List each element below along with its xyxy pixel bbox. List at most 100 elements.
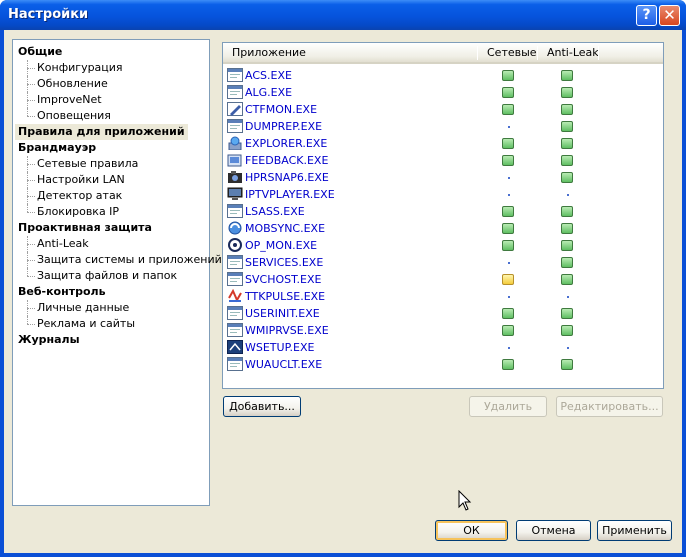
close-button[interactable]: ✕ bbox=[659, 5, 680, 26]
network-rule-indicator[interactable] bbox=[502, 138, 514, 149]
antileak-rule-indicator[interactable] bbox=[561, 240, 573, 251]
network-rule-indicator[interactable] bbox=[502, 325, 514, 336]
table-row[interactable]: MOBSYNC.EXE bbox=[223, 220, 663, 237]
antileak-rule-indicator[interactable] bbox=[561, 172, 573, 183]
cancel-button[interactable]: Отмена bbox=[516, 520, 591, 541]
app-name[interactable]: SERVICES.EXE bbox=[245, 256, 323, 269]
nav-item[interactable]: ImproveNet bbox=[37, 92, 102, 108]
table-row[interactable]: FEEDBACK.EXE bbox=[223, 152, 663, 169]
app-name[interactable]: IPTVPLAYER.EXE bbox=[245, 188, 335, 201]
antileak-rule-indicator[interactable] bbox=[561, 223, 573, 234]
table-row[interactable]: SVCHOST.EXE bbox=[223, 271, 663, 288]
network-rule-indicator[interactable] bbox=[508, 296, 510, 298]
app-name[interactable]: OP_MON.EXE bbox=[245, 239, 317, 252]
network-rule-indicator[interactable] bbox=[502, 223, 514, 234]
table-row[interactable]: OP_MON.EXE bbox=[223, 237, 663, 254]
app-name[interactable]: EXPLORER.EXE bbox=[245, 137, 327, 150]
network-rule-indicator[interactable] bbox=[502, 206, 514, 217]
antileak-rule-indicator[interactable] bbox=[567, 296, 569, 298]
app-name[interactable]: DUMPREP.EXE bbox=[245, 120, 322, 133]
antileak-rule-indicator[interactable] bbox=[561, 87, 573, 98]
nav-item[interactable]: Конфигурация bbox=[37, 60, 123, 76]
nav-item[interactable]: Обновление bbox=[37, 76, 108, 92]
antileak-rule-indicator[interactable] bbox=[561, 138, 573, 149]
nav-item[interactable]: Anti-Leak bbox=[37, 236, 89, 252]
network-rule-indicator[interactable] bbox=[508, 262, 510, 264]
nav-item[interactable]: Общие bbox=[18, 44, 62, 60]
app-name[interactable]: FEEDBACK.EXE bbox=[245, 154, 328, 167]
app-name[interactable]: WMIPRVSE.EXE bbox=[245, 324, 329, 337]
network-rule-indicator[interactable] bbox=[502, 70, 514, 81]
antileak-rule-indicator[interactable] bbox=[561, 155, 573, 166]
nav-item[interactable]: Проактивная защита bbox=[18, 220, 152, 236]
app-name[interactable]: WUAUCLT.EXE bbox=[245, 358, 322, 371]
antileak-rule-indicator[interactable] bbox=[561, 359, 573, 370]
table-row[interactable]: WMIPRVSE.EXE bbox=[223, 322, 663, 339]
nav-item[interactable]: Сетевые правила bbox=[37, 156, 138, 172]
column-header-network[interactable]: Сетевые bbox=[487, 43, 537, 62]
column-header-app[interactable]: Приложение bbox=[232, 43, 306, 62]
antileak-rule-indicator[interactable] bbox=[561, 70, 573, 81]
app-name[interactable]: MOBSYNC.EXE bbox=[245, 222, 325, 235]
antileak-rule-indicator[interactable] bbox=[561, 274, 573, 285]
table-row[interactable]: WUAUCLT.EXE bbox=[223, 356, 663, 373]
nav-item[interactable]: Оповещения bbox=[37, 108, 111, 124]
table-row[interactable]: HPRSNAP6.EXE bbox=[223, 169, 663, 186]
app-name[interactable]: USERINIT.EXE bbox=[245, 307, 320, 320]
app-name[interactable]: LSASS.EXE bbox=[245, 205, 305, 218]
table-row[interactable]: DUMPREP.EXE bbox=[223, 118, 663, 135]
network-rule-indicator[interactable] bbox=[508, 126, 510, 128]
antileak-rule-indicator[interactable] bbox=[561, 121, 573, 132]
table-row[interactable]: SERVICES.EXE bbox=[223, 254, 663, 271]
nav-item[interactable]: Детектор атак bbox=[37, 188, 122, 204]
antileak-rule-indicator[interactable] bbox=[561, 104, 573, 115]
antileak-rule-indicator[interactable] bbox=[567, 194, 569, 196]
column-header-antileak[interactable]: Anti-Leak bbox=[547, 43, 599, 62]
antileak-rule-indicator[interactable] bbox=[561, 206, 573, 217]
antileak-rule-indicator[interactable] bbox=[561, 308, 573, 319]
nav-item[interactable]: Журналы bbox=[18, 332, 80, 348]
app-name[interactable]: ACS.EXE bbox=[245, 69, 292, 82]
network-rule-indicator[interactable] bbox=[508, 177, 510, 179]
network-rule-indicator[interactable] bbox=[502, 87, 514, 98]
nav-item[interactable]: Блокировка IP bbox=[37, 204, 119, 220]
network-rule-indicator[interactable] bbox=[508, 347, 510, 349]
app-name[interactable]: HPRSNAP6.EXE bbox=[245, 171, 329, 184]
antileak-rule-indicator[interactable] bbox=[561, 325, 573, 336]
table-row[interactable]: LSASS.EXE bbox=[223, 203, 663, 220]
app-name[interactable]: ALG.EXE bbox=[245, 86, 292, 99]
table-row[interactable]: IPTVPLAYER.EXE bbox=[223, 186, 663, 203]
nav-item[interactable]: Защита системы и приложений bbox=[37, 252, 222, 268]
delete-button[interactable]: Удалить bbox=[469, 396, 547, 417]
table-row[interactable]: TTKPULSE.EXE bbox=[223, 288, 663, 305]
nav-item[interactable]: Защита файлов и папок bbox=[37, 268, 177, 284]
nav-item[interactable]: Личные данные bbox=[37, 300, 129, 316]
network-rule-indicator[interactable] bbox=[502, 240, 514, 251]
nav-item[interactable]: Реклама и сайты bbox=[37, 316, 135, 332]
antileak-rule-indicator[interactable] bbox=[567, 347, 569, 349]
app-name[interactable]: TTKPULSE.EXE bbox=[245, 290, 325, 303]
nav-item[interactable]: Веб-контроль bbox=[18, 284, 106, 300]
network-rule-indicator[interactable] bbox=[502, 274, 514, 285]
table-row[interactable]: ALG.EXE bbox=[223, 84, 663, 101]
add-button[interactable]: Добавить... bbox=[223, 396, 301, 417]
antileak-rule-indicator[interactable] bbox=[561, 257, 573, 268]
nav-item[interactable]: Правила для приложений bbox=[15, 124, 188, 140]
app-name[interactable]: CTFMON.EXE bbox=[245, 103, 317, 116]
nav-item[interactable]: Настройки LAN bbox=[37, 172, 125, 188]
network-rule-indicator[interactable] bbox=[502, 104, 514, 115]
table-row[interactable]: USERINIT.EXE bbox=[223, 305, 663, 322]
table-row[interactable]: EXPLORER.EXE bbox=[223, 135, 663, 152]
title-bar[interactable]: Настройки ? ✕ bbox=[0, 0, 686, 30]
network-rule-indicator[interactable] bbox=[502, 155, 514, 166]
ok-button[interactable]: ОК bbox=[435, 520, 508, 541]
table-row[interactable]: ACS.EXE bbox=[223, 67, 663, 84]
nav-item[interactable]: Брандмауэр bbox=[18, 140, 96, 156]
app-name[interactable]: WSETUP.EXE bbox=[245, 341, 314, 354]
network-rule-indicator[interactable] bbox=[508, 194, 510, 196]
network-rule-indicator[interactable] bbox=[502, 308, 514, 319]
table-row[interactable]: CTFMON.EXE bbox=[223, 101, 663, 118]
edit-button[interactable]: Редактировать... bbox=[556, 396, 663, 417]
apply-button[interactable]: Применить bbox=[597, 520, 672, 541]
table-row[interactable]: WSETUP.EXE bbox=[223, 339, 663, 356]
